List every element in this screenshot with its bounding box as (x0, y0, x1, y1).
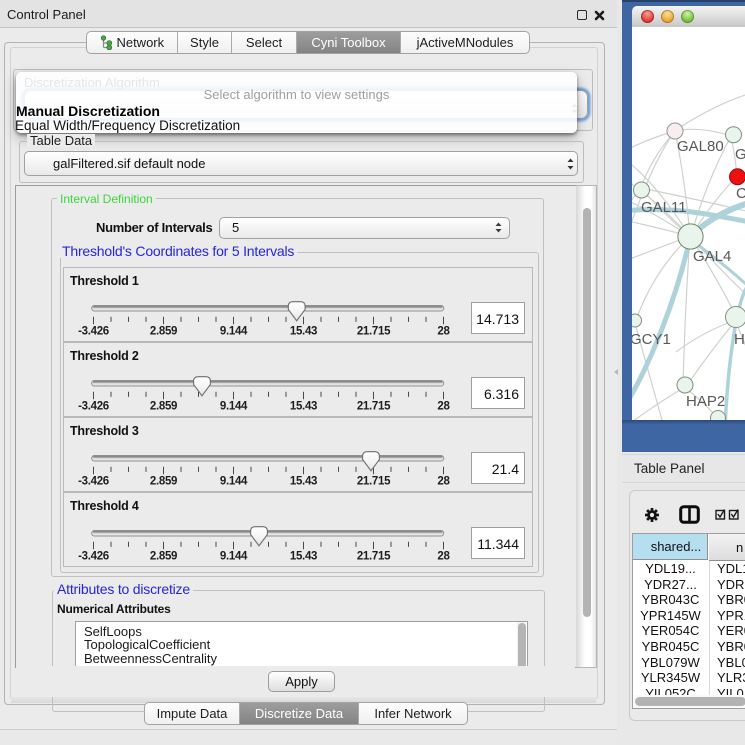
svg-text:HAP2: HAP2 (686, 393, 725, 410)
svg-text:GAL4: GAL4 (693, 248, 731, 265)
svg-text:21.715: 21.715 (357, 401, 391, 413)
svg-text:GCY1: GCY1 (632, 331, 671, 348)
svg-text:21.715: 21.715 (357, 476, 391, 488)
svg-text:28: 28 (437, 551, 450, 563)
svg-text:-3.426: -3.426 (78, 326, 109, 338)
svg-text:21.715: 21.715 (357, 326, 391, 338)
svg-text:9.144: 9.144 (220, 476, 248, 488)
svg-text:H: H (734, 331, 745, 348)
svg-text:-3.426: -3.426 (78, 476, 109, 488)
svg-text:2.859: 2.859 (150, 326, 177, 338)
svg-text:21.715: 21.715 (357, 551, 391, 563)
svg-text:G.: G. (735, 146, 745, 163)
svg-text:9.144: 9.144 (220, 326, 248, 338)
svg-text:28: 28 (437, 476, 450, 488)
svg-text:28: 28 (437, 401, 450, 413)
svg-text:15.43: 15.43 (290, 476, 317, 488)
svg-text:GAL11: GAL11 (641, 199, 687, 216)
svg-text:-3.426: -3.426 (78, 401, 109, 413)
svg-text:-3.426: -3.426 (78, 551, 109, 563)
svg-text:15.43: 15.43 (290, 551, 317, 563)
svg-text:9.144: 9.144 (220, 401, 248, 413)
svg-text:28: 28 (437, 326, 450, 338)
svg-text:15.43: 15.43 (290, 326, 317, 338)
svg-text:15.43: 15.43 (290, 401, 317, 413)
svg-text:2.859: 2.859 (150, 476, 177, 488)
svg-text:2.859: 2.859 (150, 401, 177, 413)
svg-text:GAL80: GAL80 (677, 138, 724, 155)
svg-text:C: C (736, 185, 745, 202)
svg-text:2.859: 2.859 (150, 551, 177, 563)
svg-text:9.144: 9.144 (220, 551, 248, 563)
